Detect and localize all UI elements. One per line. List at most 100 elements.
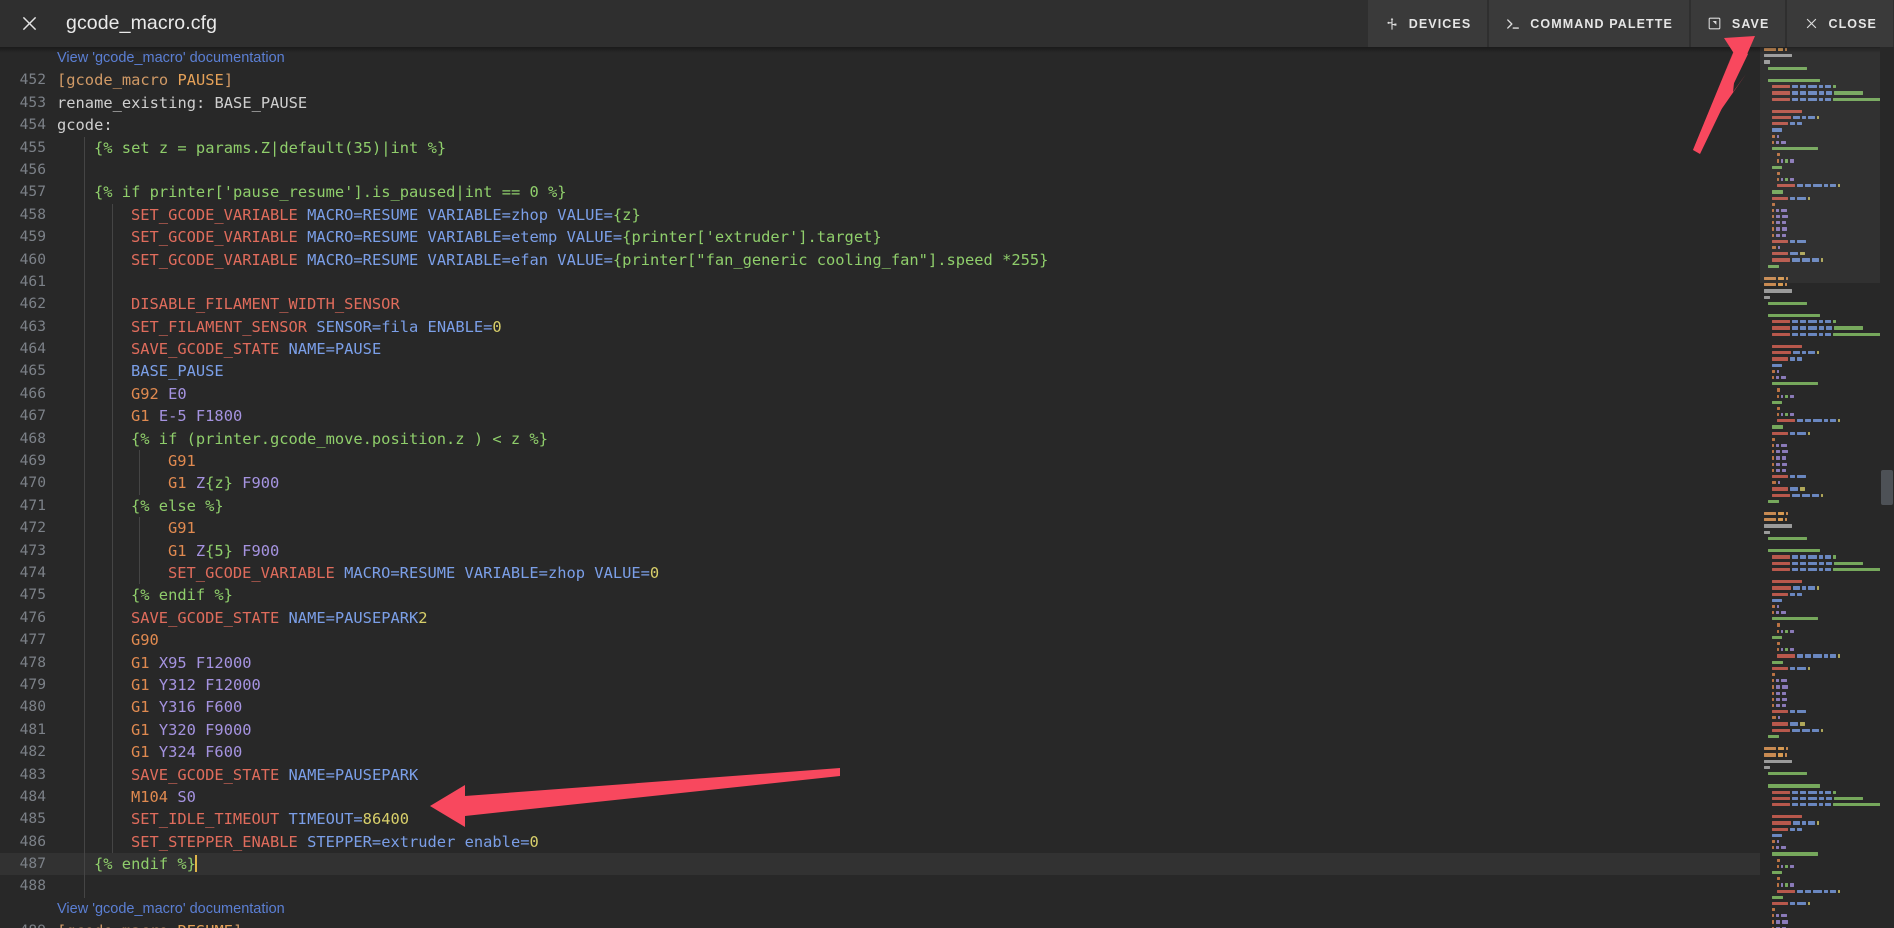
minimap-token — [1790, 883, 1794, 886]
minimap-token — [1790, 395, 1794, 398]
minimap-token — [1772, 432, 1788, 435]
code-token: G1 — [131, 743, 159, 761]
code-line[interactable]: 470G1 Z{z} F900 — [0, 472, 1760, 494]
minimap-token — [1772, 333, 1790, 336]
code-line[interactable]: 481G1 Y320 F9000 — [0, 719, 1760, 741]
code-line-text: SET_FILAMENT_SENSOR SENSOR=fila ENABLE=0 — [131, 316, 502, 338]
minimap-line — [1760, 325, 1880, 331]
code-line[interactable]: 475{% endif %} — [0, 584, 1760, 606]
close-dialog-button[interactable] — [0, 0, 58, 47]
code-line-text: SAVE_GCODE_STATE NAME=PAUSE — [131, 338, 381, 360]
code-line[interactable]: 454gcode: — [0, 114, 1760, 136]
code-line[interactable]: 471{% else %} — [0, 495, 1760, 517]
code-line[interactable]: 452[gcode_macro PAUSE] — [0, 69, 1760, 91]
code-line[interactable]: 485SET_IDLE_TIMEOUT TIMEOUT=86400 — [0, 808, 1760, 830]
code-line[interactable]: 482G1 Y324 F600 — [0, 741, 1760, 763]
code-text-area[interactable]: View 'gcode_macro' documentation452[gcod… — [0, 47, 1760, 928]
minimap-token — [1776, 692, 1780, 695]
code-line[interactable]: 472G91 — [0, 517, 1760, 539]
code-line[interactable]: 455{% set z = params.Z|default(35)|int %… — [0, 137, 1760, 159]
code-token: ] — [224, 71, 233, 89]
minimap-token — [1808, 568, 1817, 571]
code-line-text: {% set z = params.Z|default(35)|int %} — [94, 137, 446, 159]
code-line[interactable]: 466G92 E0 — [0, 383, 1760, 405]
code-line[interactable]: 453rename_existing: BASE_PAUSE — [0, 92, 1760, 114]
code-line-text: BASE_PAUSE — [131, 360, 224, 382]
code-line[interactable]: 468{% if (printer.gcode_move.position.z … — [0, 428, 1760, 450]
code-token: X95 — [159, 654, 196, 672]
indent-guide — [112, 249, 113, 271]
code-line[interactable]: 467G1 E-5 F1800 — [0, 405, 1760, 427]
vertical-scrollbar[interactable] — [1880, 47, 1894, 928]
devices-button[interactable]: DEVICES — [1368, 0, 1489, 47]
close-button[interactable]: CLOSE — [1786, 0, 1894, 47]
code-line[interactable]: 488 — [0, 875, 1760, 897]
indent-guide — [84, 808, 85, 830]
indent-guide — [84, 764, 85, 786]
minimap-token — [1778, 716, 1780, 719]
code-line[interactable]: 456 — [0, 159, 1760, 181]
minimap-token — [1812, 494, 1819, 497]
code-line[interactable]: 474SET_GCODE_VARIABLE MACRO=RESUME VARIA… — [0, 562, 1760, 584]
command-palette-button[interactable]: COMMAND PALETTE — [1488, 0, 1690, 47]
documentation-link[interactable]: View 'gcode_macro' documentation — [57, 47, 285, 69]
code-line-text: SET_GCODE_VARIABLE MACRO=RESUME VARIABLE… — [131, 226, 882, 248]
code-line[interactable]: 484M104 S0 — [0, 786, 1760, 808]
documentation-link[interactable]: View 'gcode_macro' documentation — [57, 898, 285, 920]
minimap-token — [1764, 760, 1792, 763]
code-line-text: G1 Y320 F9000 — [131, 719, 252, 741]
code-line[interactable]: 483SAVE_GCODE_STATE NAME=PAUSEPARK — [0, 764, 1760, 786]
save-button[interactable]: SAVE — [1690, 0, 1787, 47]
code-line[interactable]: 464SAVE_GCODE_STATE NAME=PAUSE — [0, 338, 1760, 360]
code-token: 0 — [529, 833, 538, 851]
minimap-token — [1778, 481, 1780, 484]
minimap-token — [1792, 555, 1798, 558]
command-palette-button-label: COMMAND PALETTE — [1530, 17, 1673, 31]
code-line[interactable]: 458SET_GCODE_VARIABLE MACRO=RESUME VARIA… — [0, 204, 1760, 226]
code-line[interactable]: 477G90 — [0, 629, 1760, 651]
code-editor[interactable]: View 'gcode_macro' documentation452[gcod… — [0, 47, 1894, 928]
minimap-token — [1825, 791, 1831, 794]
code-line-current[interactable]: 487{% endif %} — [0, 853, 1760, 875]
code-line[interactable]: 460SET_GCODE_VARIABLE MACRO=RESUME VARIA… — [0, 249, 1760, 271]
code-token: efan — [511, 251, 557, 269]
code-line-text: SET_STEPPER_ENABLE STEPPER=extruder enab… — [131, 831, 539, 853]
code-line[interactable]: 473G1 Z{5} F900 — [0, 540, 1760, 562]
code-line[interactable]: 476SAVE_GCODE_STATE NAME=PAUSEPARK2 — [0, 607, 1760, 629]
minimap-token — [1824, 654, 1828, 657]
minimap-token — [1833, 555, 1836, 558]
code-line-text: [gcode_macro PAUSE] — [57, 69, 233, 91]
code-line[interactable]: 489[gcode_macro RESUME] — [0, 920, 1760, 928]
code-line[interactable]: 479G1 Y312 F12000 — [0, 674, 1760, 696]
code-line[interactable]: 486SET_STEPPER_ENABLE STEPPER=extruder e… — [0, 831, 1760, 853]
line-number: 476 — [0, 607, 46, 629]
minimap-slider[interactable] — [1760, 47, 1880, 283]
code-line[interactable]: 461 — [0, 271, 1760, 293]
code-token: G90 — [131, 631, 159, 649]
minimap-token — [1834, 797, 1863, 800]
code-line[interactable]: 463 SET_FILAMENT_SENSOR SENSOR=fila ENABL… — [0, 316, 1760, 338]
code-token: VARIABLE= — [428, 206, 511, 224]
code-line[interactable]: 459SET_GCODE_VARIABLE MACRO=RESUME VARIA… — [0, 226, 1760, 248]
code-line[interactable]: 478G1 X95 F12000 — [0, 652, 1760, 674]
line-number: 483 — [0, 764, 46, 786]
minimap-token — [1782, 463, 1787, 466]
minimap-token — [1768, 314, 1820, 317]
code-line[interactable]: 480G1 Y316 F600 — [0, 696, 1760, 718]
minimap-token — [1772, 605, 1775, 608]
vertical-scrollbar-thumb[interactable] — [1881, 470, 1893, 505]
minimap-token — [1824, 890, 1828, 893]
minimap-token — [1772, 710, 1788, 713]
minimap[interactable] — [1760, 47, 1880, 928]
code-line[interactable]: 462DISABLE_FILAMENT_WIDTH_SENSOR — [0, 293, 1760, 315]
code-line[interactable]: 465BASE_PAUSE — [0, 360, 1760, 382]
minimap-token — [1825, 320, 1831, 323]
code-line[interactable]: 469G91 — [0, 450, 1760, 472]
indent-guide — [139, 540, 140, 562]
minimap-token — [1817, 821, 1819, 824]
code-line[interactable]: 457{% if printer['pause_resume'].is_paus… — [0, 181, 1760, 203]
minimap-token — [1790, 710, 1795, 713]
minimap-token — [1768, 549, 1820, 552]
minimap-token — [1777, 865, 1779, 868]
line-number: 463 — [0, 316, 46, 338]
